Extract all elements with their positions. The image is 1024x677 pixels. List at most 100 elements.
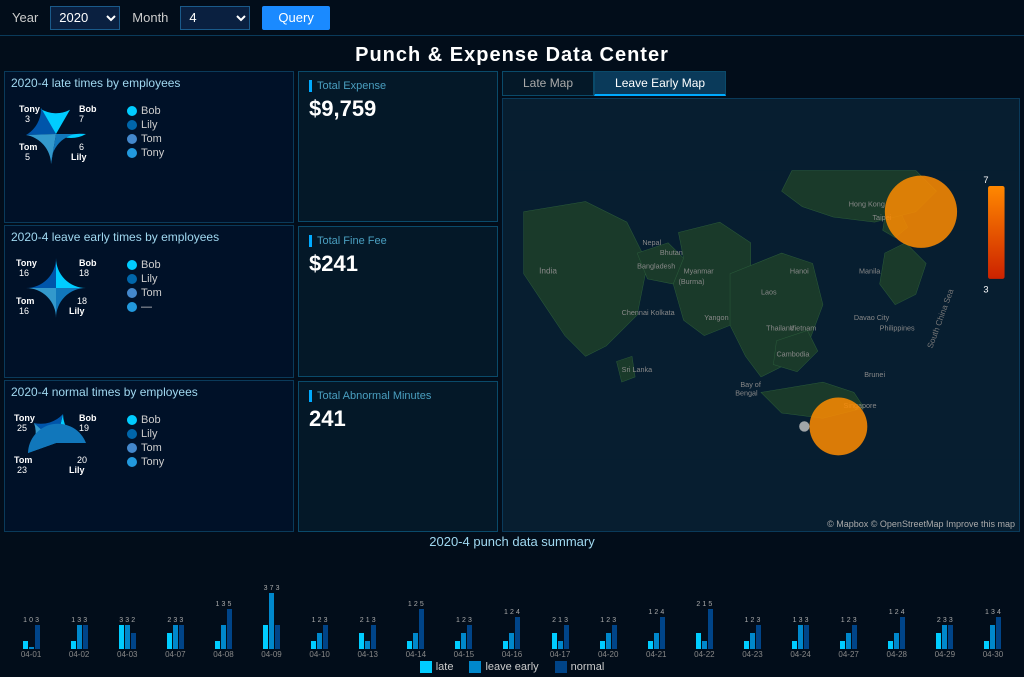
bar-normal [83,625,88,649]
bar-date-label: 04-09 [261,650,281,659]
bar-normal [612,625,617,649]
bar-date-label: 04-29 [935,650,955,659]
svg-text:16: 16 [19,306,29,316]
bar-late [888,641,893,649]
bar-group: 21504-22 [681,601,727,659]
tab-leave-early-map[interactable]: Leave Early Map [594,71,726,96]
bar-group: 37304-09 [248,585,294,659]
bar-group: 12504-14 [393,601,439,659]
total-fine-value: $241 [309,251,487,277]
month-select[interactable]: 4 [180,6,250,30]
bar-date-label: 04-07 [165,650,185,659]
bar-leave-early [221,625,226,649]
legend-leave-early: leave early [469,661,538,673]
bar-group: 12304-23 [729,617,775,659]
bar-late [600,641,605,649]
total-expense-label: Total Expense [309,80,487,92]
svg-text:Brunei: Brunei [864,370,885,379]
bar-group: 12404-21 [633,609,679,659]
svg-text:Bangladesh: Bangladesh [637,262,675,271]
bar-date-label: 04-20 [598,650,618,659]
svg-text:19: 19 [79,423,89,433]
bar-normal [323,625,328,649]
map-area: India Nepal Bhutan Bangladesh Myanmar (B… [502,98,1020,532]
svg-text:Bob: Bob [79,413,97,423]
svg-text:Lily: Lily [69,306,85,316]
bar-leave-early [317,633,322,649]
normal-section: 2020-4 normal times by employees Bob [4,380,294,532]
bubble-large [885,176,957,248]
middle-column: Total Expense $9,759 Total Fine Fee $241… [298,71,498,532]
main-content: 2020-4 late times by employees [0,71,1024,532]
late-pie-container: Bob 7 Tony 3 Tom 5 Lily 6 [11,92,121,172]
left-column: 2020-4 late times by employees [4,71,294,532]
query-button[interactable]: Query [262,6,329,30]
svg-text:Lily: Lily [69,465,85,475]
bar-leave-early [77,625,82,649]
legend-bob-le: Bob [127,259,162,271]
legend-tom-late: Tom [127,133,164,145]
late-legend: Bob Lily Tom Tony [127,105,164,159]
lily-dot [127,120,137,130]
bar-leave-early [173,625,178,649]
bar-date-label: 04-21 [646,650,666,659]
svg-text:Bob: Bob [79,104,97,114]
bar-normal [371,625,376,649]
svg-text:Tom: Tom [19,142,37,152]
bar-group: 13504-08 [200,601,246,659]
right-column: Late Map Leave Early Map [502,71,1020,532]
bar-late [215,641,220,649]
bar-leave-early [558,641,563,649]
svg-text:Philippines: Philippines [880,323,915,332]
total-expense-card: Total Expense $9,759 [298,71,498,222]
bar-normal [660,617,665,649]
bar-group: 21304-17 [537,617,583,659]
bar-late [119,625,124,649]
svg-text:Bengal: Bengal [735,388,758,397]
total-abnormal-label: Total Abnormal Minutes [309,390,487,402]
bar-normal [227,609,232,649]
bar-leave-early [702,641,707,649]
bar-date-label: 04-08 [213,650,233,659]
bar-leave-early [798,625,803,649]
tab-late-map[interactable]: Late Map [502,71,594,96]
bar-group: 23304-29 [922,617,968,659]
svg-text:Hanoi: Hanoi [790,267,809,276]
bar-leave-early [269,593,274,649]
bar-late [744,641,749,649]
svg-text:(Burma): (Burma) [678,277,704,286]
bars-row: 10304-0113304-0233204-0323304-0713504-08… [4,551,1020,659]
bar-date-label: 04-13 [357,650,377,659]
bar-date-label: 04-01 [21,650,41,659]
bar-late [311,641,316,649]
map-svg: India Nepal Bhutan Bangladesh Myanmar (B… [503,99,1019,531]
legend-tony-late: Tony [127,147,164,159]
normal-title: 2020-4 normal times by employees [11,385,287,399]
legend-lily-late: Lily [127,119,164,131]
svg-text:Tony: Tony [19,104,40,114]
bar-date-label: 04-14 [406,650,426,659]
bar-normal [179,625,184,649]
bar-late [455,641,460,649]
svg-text:Tony: Tony [14,413,35,423]
year-label: Year [12,10,38,25]
late-section: 2020-4 late times by employees [4,71,294,223]
bar-group: 13304-02 [56,617,102,659]
bar-leave-early [846,633,851,649]
svg-text:25: 25 [17,423,27,433]
normal-pie-svg: Bob 19 Tony 25 Tom 23 Lily 20 [11,401,121,486]
bar-late [23,641,28,649]
bar-leave-early [413,633,418,649]
leave-early-legend: Bob Lily Tom — [127,259,162,313]
svg-text:Vietnam: Vietnam [790,323,816,332]
svg-text:Cambodia: Cambodia [776,349,810,358]
leave-early-pie-row: Bob 18 Tony 16 Tom 16 Lily 18 Bob [11,246,287,326]
svg-text:Chennai: Chennai [622,308,649,317]
bar-late [840,641,845,649]
late-legend-box [420,661,432,673]
svg-text:3: 3 [983,284,988,294]
bar-date-label: 04-27 [838,650,858,659]
bottom-section: 2020-4 punch data summary 10304-0113304-… [0,532,1024,677]
year-select[interactable]: 2020 [50,6,120,30]
top-bar: Year 2020 Month 4 Query [0,0,1024,36]
